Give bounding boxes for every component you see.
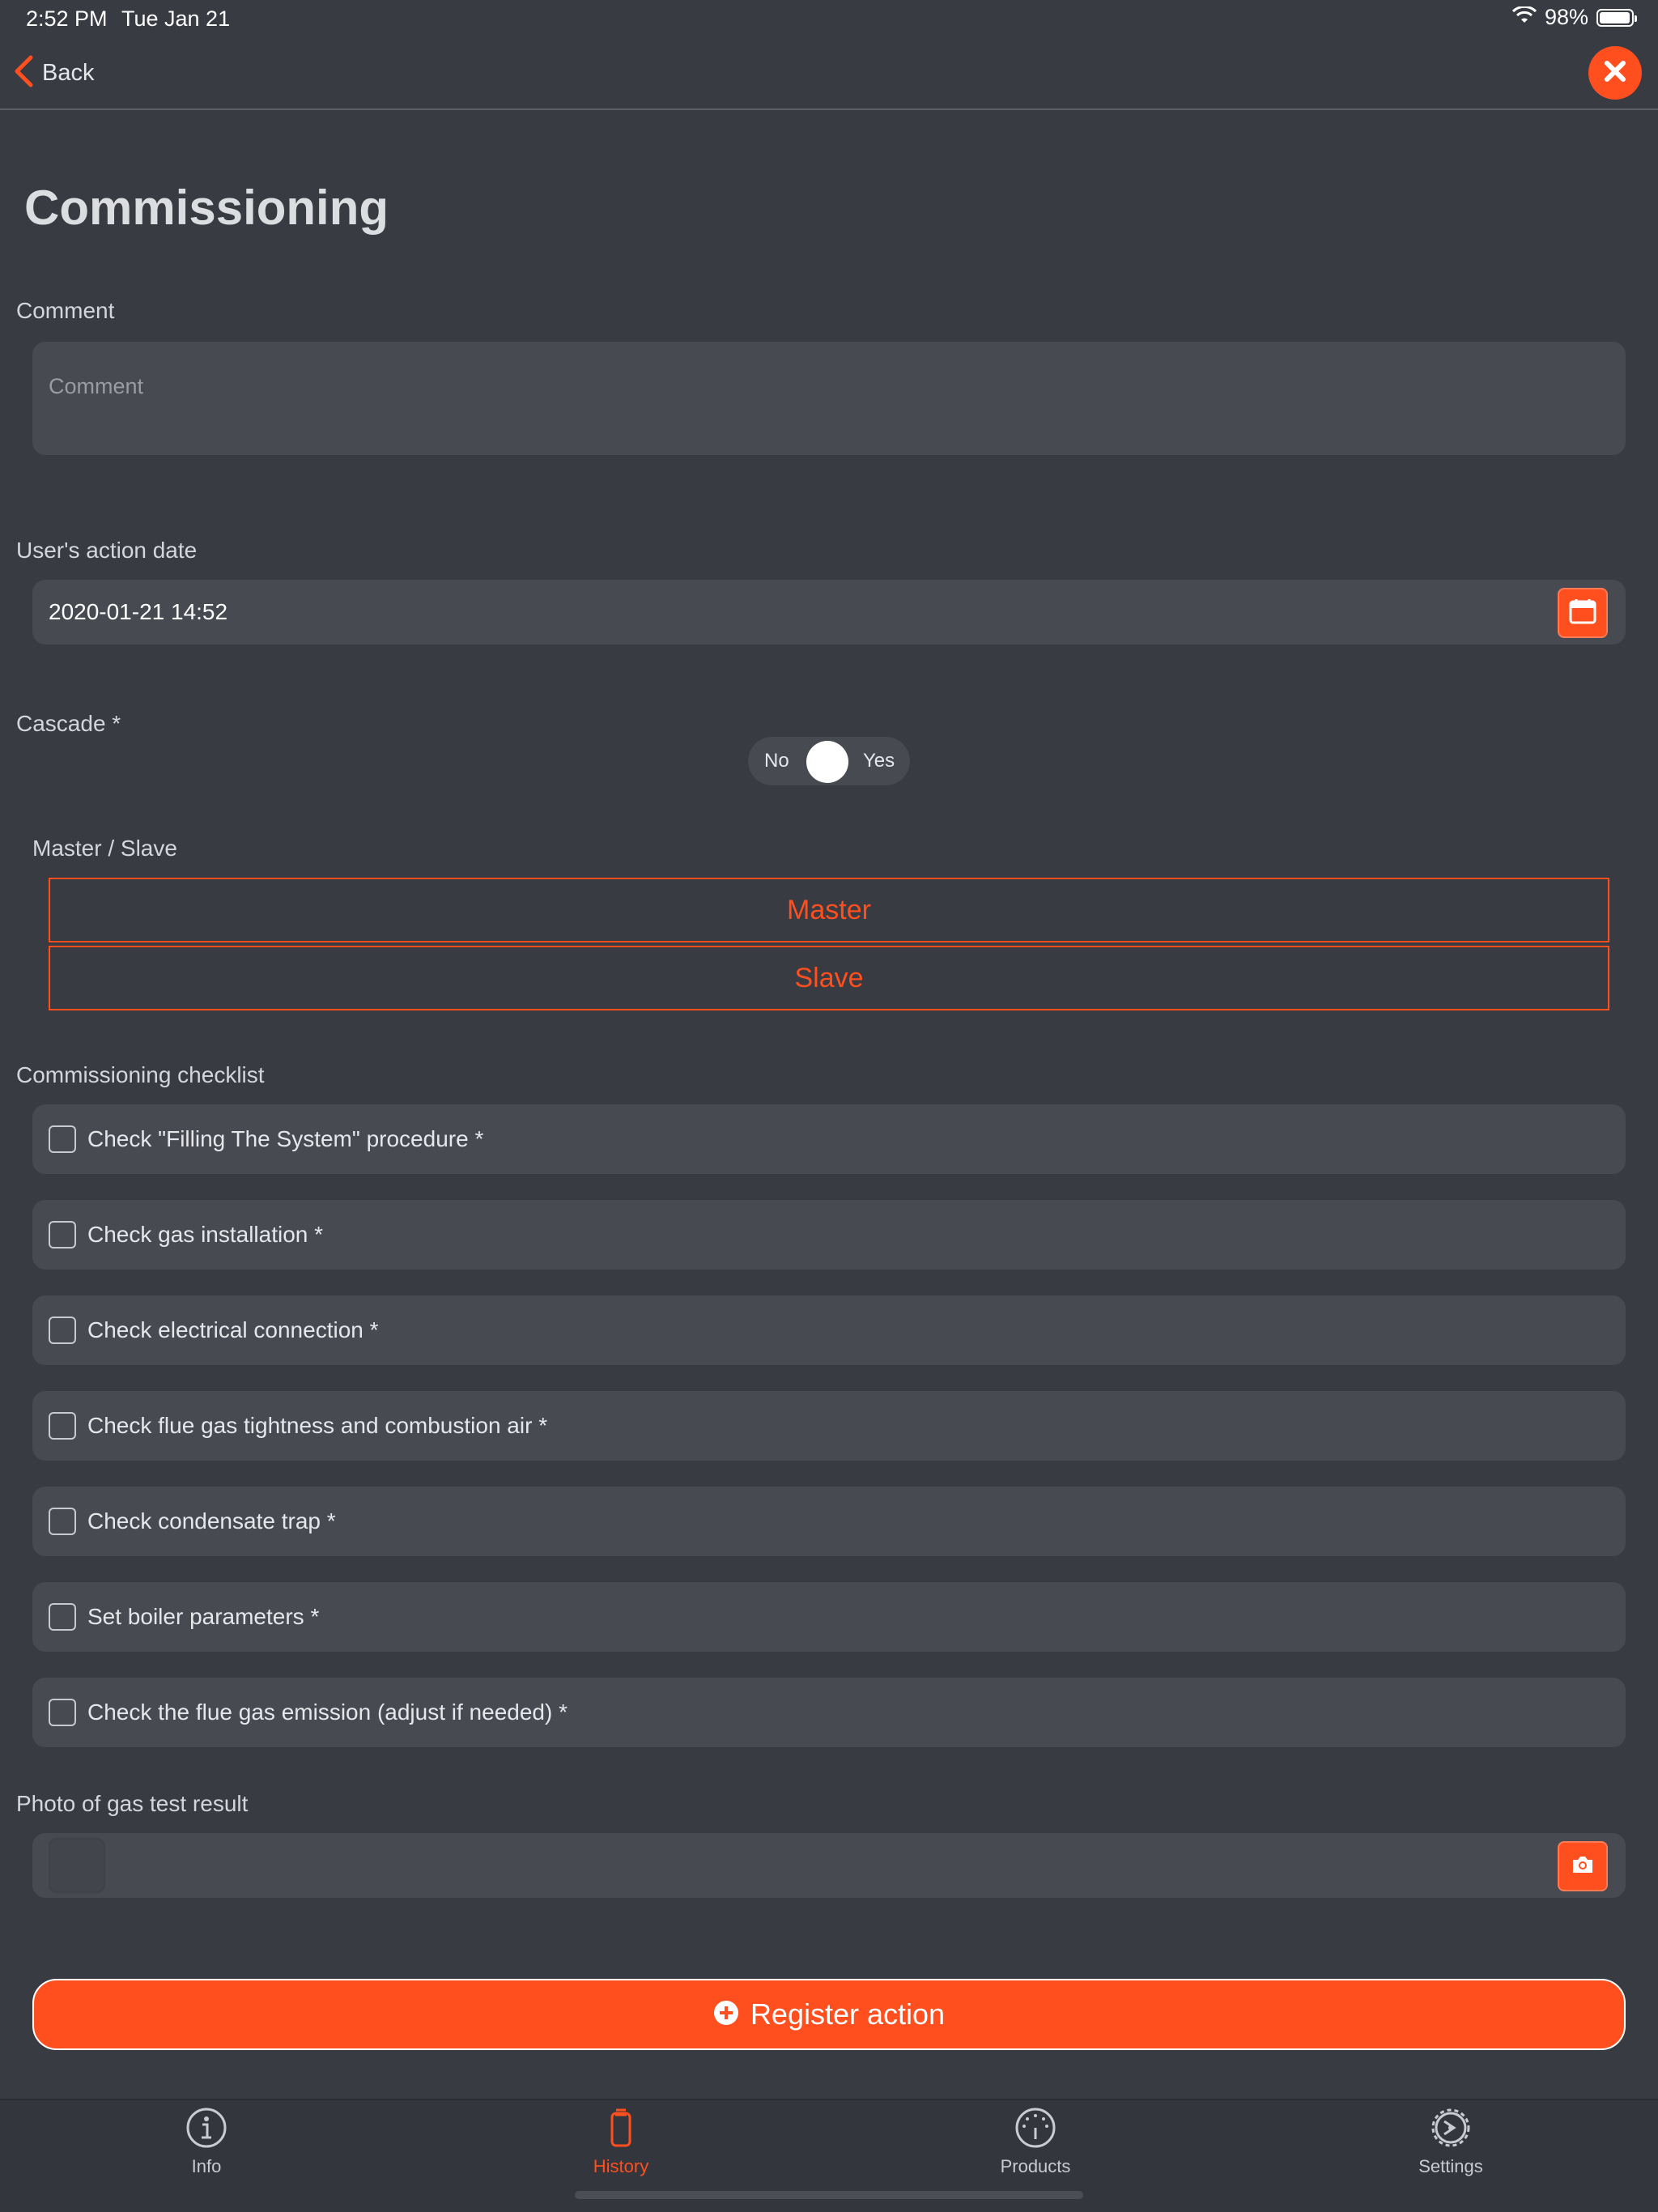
date-picker-button[interactable] (1558, 588, 1608, 638)
status-time: 2:52 PM (26, 6, 108, 31)
master-slave-label: Master / Slave (32, 836, 177, 861)
back-button[interactable]: Back (13, 55, 94, 91)
history-icon (600, 2107, 642, 2153)
home-indicator (575, 2191, 1083, 2199)
checklist-item-flue-gas-tightness[interactable]: Check flue gas tightness and combustion … (32, 1391, 1626, 1461)
status-indicators: 98% (1511, 5, 1637, 30)
checklist-item-label: Check gas installation * (87, 1222, 324, 1247)
chevron-left-icon (13, 55, 34, 91)
battery-icon (1596, 8, 1637, 27)
checkbox[interactable] (49, 1125, 76, 1153)
checklist-item-label: Set boiler parameters * (87, 1604, 320, 1629)
checklist-item-boiler-parameters[interactable]: Set boiler parameters * (32, 1582, 1626, 1652)
checklist-item-label: Check electrical connection * (87, 1317, 379, 1342)
camera-icon (1571, 1854, 1595, 1879)
tab-label: Products (1000, 2156, 1071, 2176)
cascade-toggle[interactable]: No Yes (748, 737, 910, 785)
close-icon (1603, 59, 1627, 87)
tab-label: History (593, 2156, 649, 2176)
photo-label: Photo of gas test result (16, 1791, 249, 1816)
checklist-item-flue-gas-emission[interactable]: Check the flue gas emission (adjust if n… (32, 1678, 1626, 1747)
action-date-label: User's action date (16, 538, 198, 563)
comment-input[interactable] (32, 342, 1626, 455)
checklist-item-label: Check condensate trap * (87, 1508, 336, 1534)
comment-label: Comment (16, 298, 115, 323)
checkbox[interactable] (49, 1412, 76, 1440)
tab-products[interactable]: Products (954, 2107, 1116, 2177)
checklist-item-label: Check flue gas tightness and combustion … (87, 1413, 548, 1438)
cascade-label: Cascade * (16, 711, 121, 736)
close-button[interactable] (1588, 46, 1642, 100)
master-button[interactable]: Master (49, 878, 1609, 942)
camera-button[interactable] (1558, 1841, 1608, 1891)
settings-icon (1430, 2107, 1472, 2153)
checklist-item-filling-system[interactable]: Check "Filling The System" procedure * (32, 1104, 1626, 1174)
checklist-item-gas-installation[interactable]: Check gas installation * (32, 1200, 1626, 1270)
products-icon (1014, 2107, 1056, 2153)
tab-info[interactable]: Info (125, 2107, 287, 2177)
toggle-off-label: No (764, 750, 789, 772)
checkbox[interactable] (49, 1221, 76, 1249)
toggle-knob (806, 741, 848, 783)
register-action-button[interactable]: Register action (32, 1979, 1626, 2050)
photo-field (32, 1833, 1626, 1898)
plus-circle-icon (713, 2000, 739, 2030)
checkbox[interactable] (49, 1508, 76, 1535)
checklist-item-condensate-trap[interactable]: Check condensate trap * (32, 1487, 1626, 1556)
comment-field-container (32, 342, 1626, 455)
checkbox[interactable] (49, 1699, 76, 1726)
checklist-item-label: Check the flue gas emission (adjust if n… (87, 1699, 568, 1725)
nav-divider (0, 108, 1658, 110)
checkbox[interactable] (49, 1603, 76, 1631)
toggle-on-label: Yes (863, 750, 895, 772)
action-date-value: 2020-01-21 14:52 (49, 599, 228, 624)
checklist-label: Commissioning checklist (16, 1062, 265, 1087)
tab-label: Info (191, 2156, 222, 2176)
back-label: Back (42, 60, 95, 86)
checkbox[interactable] (49, 1317, 76, 1344)
tab-history[interactable]: History (540, 2107, 702, 2177)
checklist-item-electrical-connection[interactable]: Check electrical connection * (32, 1295, 1626, 1365)
wifi-icon (1511, 5, 1537, 30)
tab-label: Settings (1418, 2156, 1483, 2176)
battery-percentage: 98% (1544, 5, 1588, 29)
slave-button[interactable]: Slave (49, 946, 1609, 1010)
checklist-item-label: Check "Filling The System" procedure * (87, 1126, 484, 1151)
status-date: Tue Jan 21 (121, 6, 231, 31)
page-title: Commissioning (24, 181, 389, 235)
photo-thumbnail[interactable] (49, 1838, 105, 1893)
info-icon (185, 2107, 227, 2153)
register-action-label: Register action (750, 1997, 946, 2031)
action-date-field[interactable]: 2020-01-21 14:52 (32, 580, 1626, 644)
tab-settings[interactable]: Settings (1370, 2107, 1532, 2177)
calendar-icon (1569, 598, 1596, 628)
